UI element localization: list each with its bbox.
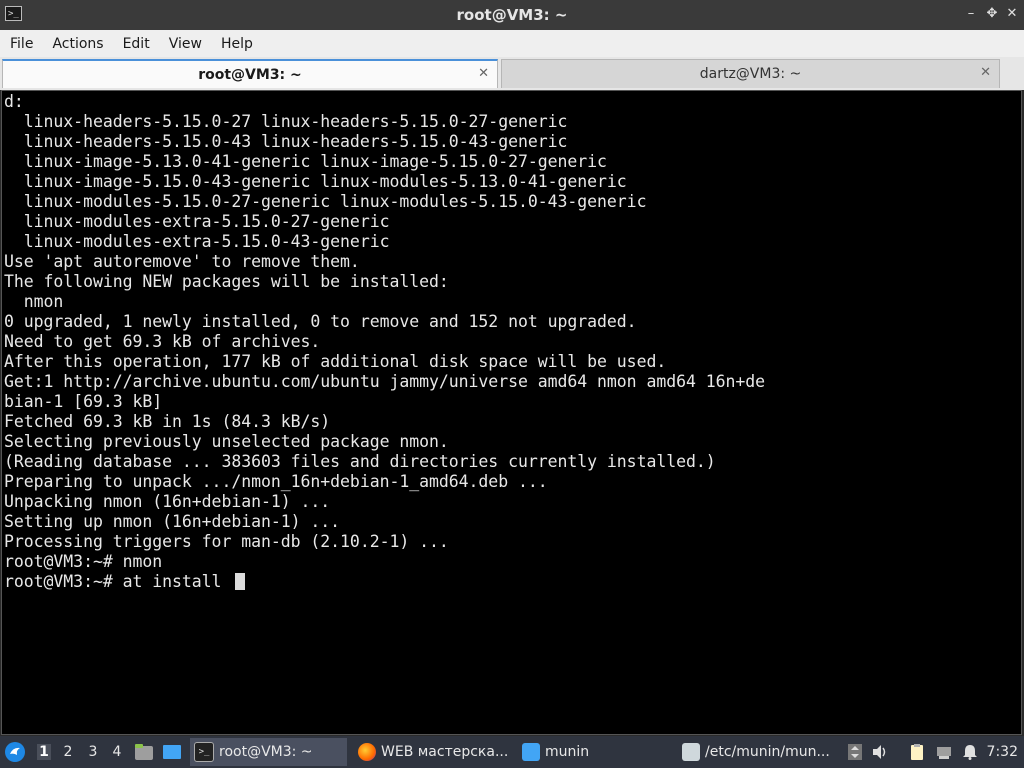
text-cursor <box>235 573 246 590</box>
terminal-line: The following NEW packages will be insta… <box>4 272 449 291</box>
terminal-output[interactable]: d: linux-headers-5.15.0-27 linux-headers… <box>1 90 1022 735</box>
terminal-line: Use 'apt autoremove' to remove them. <box>4 252 360 271</box>
task-text-editor[interactable]: /etc/munin/mun... <box>678 738 836 766</box>
network-icon[interactable] <box>935 743 953 761</box>
maximize-button[interactable]: ✥ <box>983 5 1001 23</box>
terminal-line: linux-modules-extra-5.15.0-43-generic <box>4 232 390 251</box>
terminal-line: linux-modules-5.15.0-27-generic linux-mo… <box>4 192 647 211</box>
terminal-line: linux-image-5.13.0-41-generic linux-imag… <box>4 152 607 171</box>
start-menu-icon[interactable] <box>4 741 26 763</box>
menu-bar: File Actions Edit View Help <box>0 30 1024 57</box>
scroll-arrows-icon[interactable] <box>846 743 864 761</box>
terminal-line: After this operation, 177 kB of addition… <box>4 352 667 371</box>
terminal-line: Fetched 69.3 kB in 1s (84.3 kB/s) <box>4 412 331 431</box>
terminal-line: Get:1 http://archive.ubuntu.com/ubuntu j… <box>4 372 766 391</box>
terminal-line: linux-headers-5.15.0-43 linux-headers-5.… <box>4 132 568 151</box>
terminal-line: Selecting previously unselected package … <box>4 432 449 451</box>
terminal-line: d: <box>4 92 24 111</box>
terminal-line: Unpacking nmon (16n+debian-1) ... <box>4 492 331 511</box>
workspace-4[interactable]: 4 <box>110 744 124 760</box>
terminal-line: Setting up nmon (16n+debian-1) ... <box>4 512 341 531</box>
task-text-editor-label: /etc/munin/mun... <box>705 744 830 760</box>
task-terminal[interactable]: >_ root@VM3: ~ <box>190 738 347 766</box>
menu-edit[interactable]: Edit <box>123 36 150 52</box>
terminal-line: nmon <box>4 292 64 311</box>
terminal-prompt-line[interactable]: root@VM3:~# at install <box>4 572 246 592</box>
clipboard-icon[interactable] <box>908 743 926 761</box>
tab-root-close-icon[interactable]: ✕ <box>478 66 489 81</box>
workspace-2[interactable]: 2 <box>61 744 75 760</box>
task-firefox-label: WEB мастерска... <box>381 744 509 760</box>
task-terminal-label: root@VM3: ~ <box>219 744 313 760</box>
terminal-line: 0 upgraded, 1 newly installed, 0 to remo… <box>4 312 637 331</box>
terminal-line: Preparing to unpack .../nmon_16n+debian-… <box>4 472 548 491</box>
text-editor-icon <box>682 743 700 761</box>
menu-view[interactable]: View <box>169 36 202 52</box>
window-title: root@VM3: ~ <box>456 6 568 24</box>
terminal-line: linux-modules-extra-5.15.0-27-generic <box>4 212 390 231</box>
terminal-line: linux-headers-5.15.0-27 linux-headers-5.… <box>4 112 568 131</box>
tab-bar: root@VM3: ~ ✕ dartz@VM3: ~ ✕ <box>0 57 1024 90</box>
task-file-manager-label: munin <box>545 744 590 760</box>
workspace-1[interactable]: 1 <box>37 744 51 760</box>
show-desktop-icon[interactable] <box>162 743 182 761</box>
tab-root[interactable]: root@VM3: ~ ✕ <box>2 59 498 88</box>
menu-file[interactable]: File <box>10 36 33 52</box>
volume-icon[interactable] <box>871 743 889 761</box>
firefox-icon <box>358 743 376 761</box>
window-titlebar: >_ root@VM3: ~ – ✥ ✕ <box>0 0 1024 30</box>
workspace-3[interactable]: 3 <box>86 744 100 760</box>
menu-actions[interactable]: Actions <box>52 36 103 52</box>
tab-dartz-close-icon[interactable]: ✕ <box>980 65 991 80</box>
tab-dartz[interactable]: dartz@VM3: ~ ✕ <box>501 59 1000 88</box>
tab-root-label: root@VM3: ~ <box>198 66 302 83</box>
terminal-line: bian-1 [69.3 kB] <box>4 392 163 411</box>
terminal-line: Processing triggers for man-db (2.10.2-1… <box>4 532 449 551</box>
tab-dartz-label: dartz@VM3: ~ <box>699 66 802 82</box>
taskbar: 1 2 3 4 >_ root@VM3: ~ WEB мастерска... … <box>0 736 1024 768</box>
notification-bell-icon[interactable] <box>961 743 979 761</box>
minimize-button[interactable]: – <box>962 5 980 23</box>
terminal-line: linux-image-5.15.0-43-generic linux-modu… <box>4 172 627 191</box>
menu-help[interactable]: Help <box>221 36 253 52</box>
clock: 7:32 <box>986 744 1018 760</box>
terminal-line: (Reading database ... 383603 files and d… <box>4 452 716 471</box>
task-file-manager[interactable]: munin <box>518 738 668 766</box>
task-firefox[interactable]: WEB мастерска... <box>354 738 514 766</box>
terminal-command-input[interactable]: root@VM3:~# at install <box>4 572 231 591</box>
file-manager-launcher-icon[interactable] <box>134 743 154 761</box>
folder-icon <box>522 743 540 761</box>
terminal-line: Need to get 69.3 kB of archives. <box>4 332 321 351</box>
close-window-button[interactable]: ✕ <box>1003 5 1021 23</box>
terminal-icon: >_ <box>194 742 214 762</box>
terminal-line: root@VM3:~# nmon <box>4 552 163 571</box>
